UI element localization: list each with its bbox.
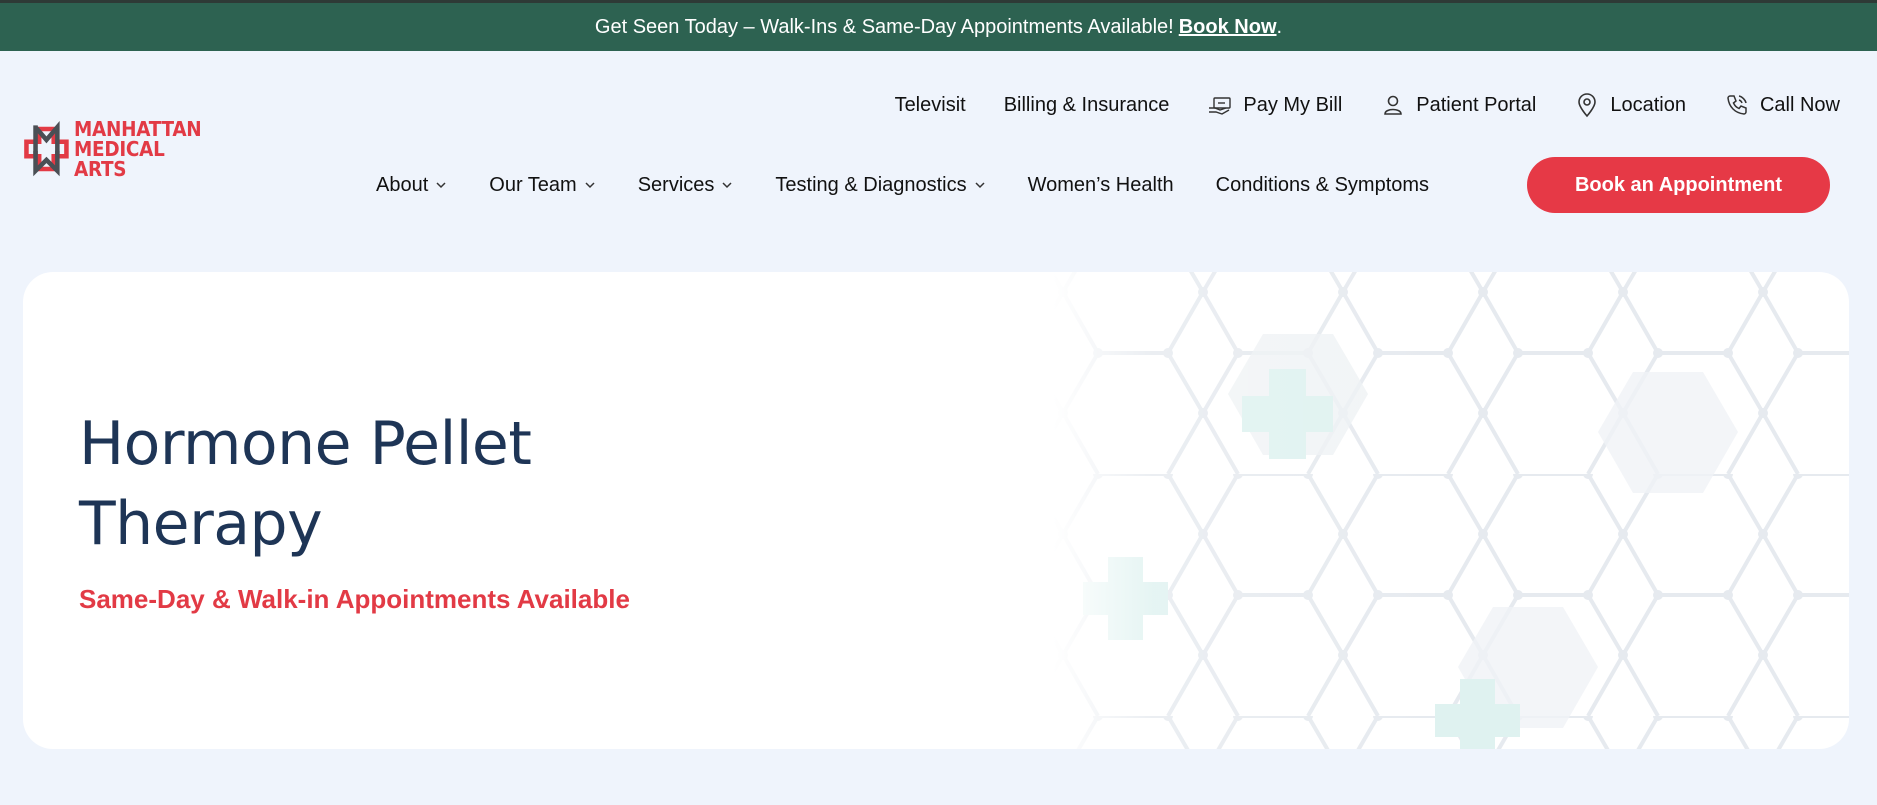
util-location[interactable]: Location [1574, 92, 1686, 118]
util-label: Billing & Insurance [1003, 93, 1170, 116]
phone-icon [1727, 95, 1747, 115]
util-call-now[interactable]: Call Now [1724, 92, 1840, 118]
nav-label: Testing & Diagnostics [775, 173, 967, 196]
logo-line-2: MEDICAL ARTS [73, 137, 165, 181]
book-appointment-button[interactable]: Book an Appointment [1527, 157, 1830, 213]
nav-label: Our Team [489, 173, 577, 196]
nav-item-services[interactable]: Services [638, 174, 734, 197]
hero-subtitle: Same-Day & Walk-in Appointments Availabl… [79, 584, 630, 614]
hero-section: Hormone Pellet Therapy Same-Day & Walk-i… [23, 272, 1849, 749]
nav-item-testing-diagnostics[interactable]: Testing & Diagnostics [775, 174, 985, 197]
page-title: Hormone Pellet Therapy [79, 404, 679, 564]
nav-label: About [376, 173, 429, 196]
nav-item-conditions-symptoms[interactable]: Conditions & Symptoms [1216, 174, 1429, 197]
util-label: Call Now [1759, 93, 1840, 116]
nav-label: Conditions & Symptoms [1215, 173, 1430, 196]
nav-item-about[interactable]: About [376, 174, 447, 197]
hand-bill-icon [1209, 97, 1232, 115]
util-televisit[interactable]: Televisit [895, 94, 966, 117]
nav-item-our-team[interactable]: Our Team [489, 174, 595, 197]
chevron-down-icon [975, 182, 985, 189]
util-label: Location [1610, 93, 1686, 116]
chevron-down-icon [585, 182, 595, 189]
main-nav: About Our Team Services Testing & Diagno… [376, 157, 1429, 213]
user-icon [1384, 95, 1403, 115]
util-label: Televisit [894, 93, 966, 116]
logo-wordmark: MANHATTAN MEDICAL ARTS [74, 119, 209, 179]
util-pay-my-bill[interactable]: Pay My Bill [1207, 92, 1342, 118]
logo[interactable]: MANHATTAN MEDICAL ARTS [21, 119, 221, 179]
nav-label: Services [637, 173, 715, 196]
map-pin-icon [1578, 93, 1597, 118]
title-line-2: Therapy [79, 489, 323, 559]
util-label: Pay My Bill [1243, 93, 1343, 116]
announcement-suffix: . [1276, 15, 1283, 38]
util-patient-portal[interactable]: Patient Portal [1380, 92, 1536, 118]
util-label: Patient Portal [1416, 93, 1537, 116]
book-now-link[interactable]: Book Now [1179, 16, 1277, 39]
announcement-bar: Get Seen Today – Walk-Ins & Same-Day App… [0, 0, 1877, 51]
logo-line-1: MANHATTAN [73, 117, 202, 141]
announcement-text: Get Seen Today – Walk-Ins & Same-Day App… [594, 15, 1174, 38]
utility-nav: Televisit Billing & Insurance Pay My Bil… [895, 90, 1840, 120]
nav-item-womens-health[interactable]: Women’s Health [1028, 174, 1174, 197]
logo-cross-icon [24, 121, 69, 177]
chevron-down-icon [722, 182, 732, 189]
util-billing-insurance[interactable]: Billing & Insurance [1004, 94, 1170, 117]
chevron-down-icon [436, 182, 446, 189]
nav-label: Women’s Health [1027, 173, 1174, 196]
title-line-1: Hormone Pellet [79, 409, 532, 479]
